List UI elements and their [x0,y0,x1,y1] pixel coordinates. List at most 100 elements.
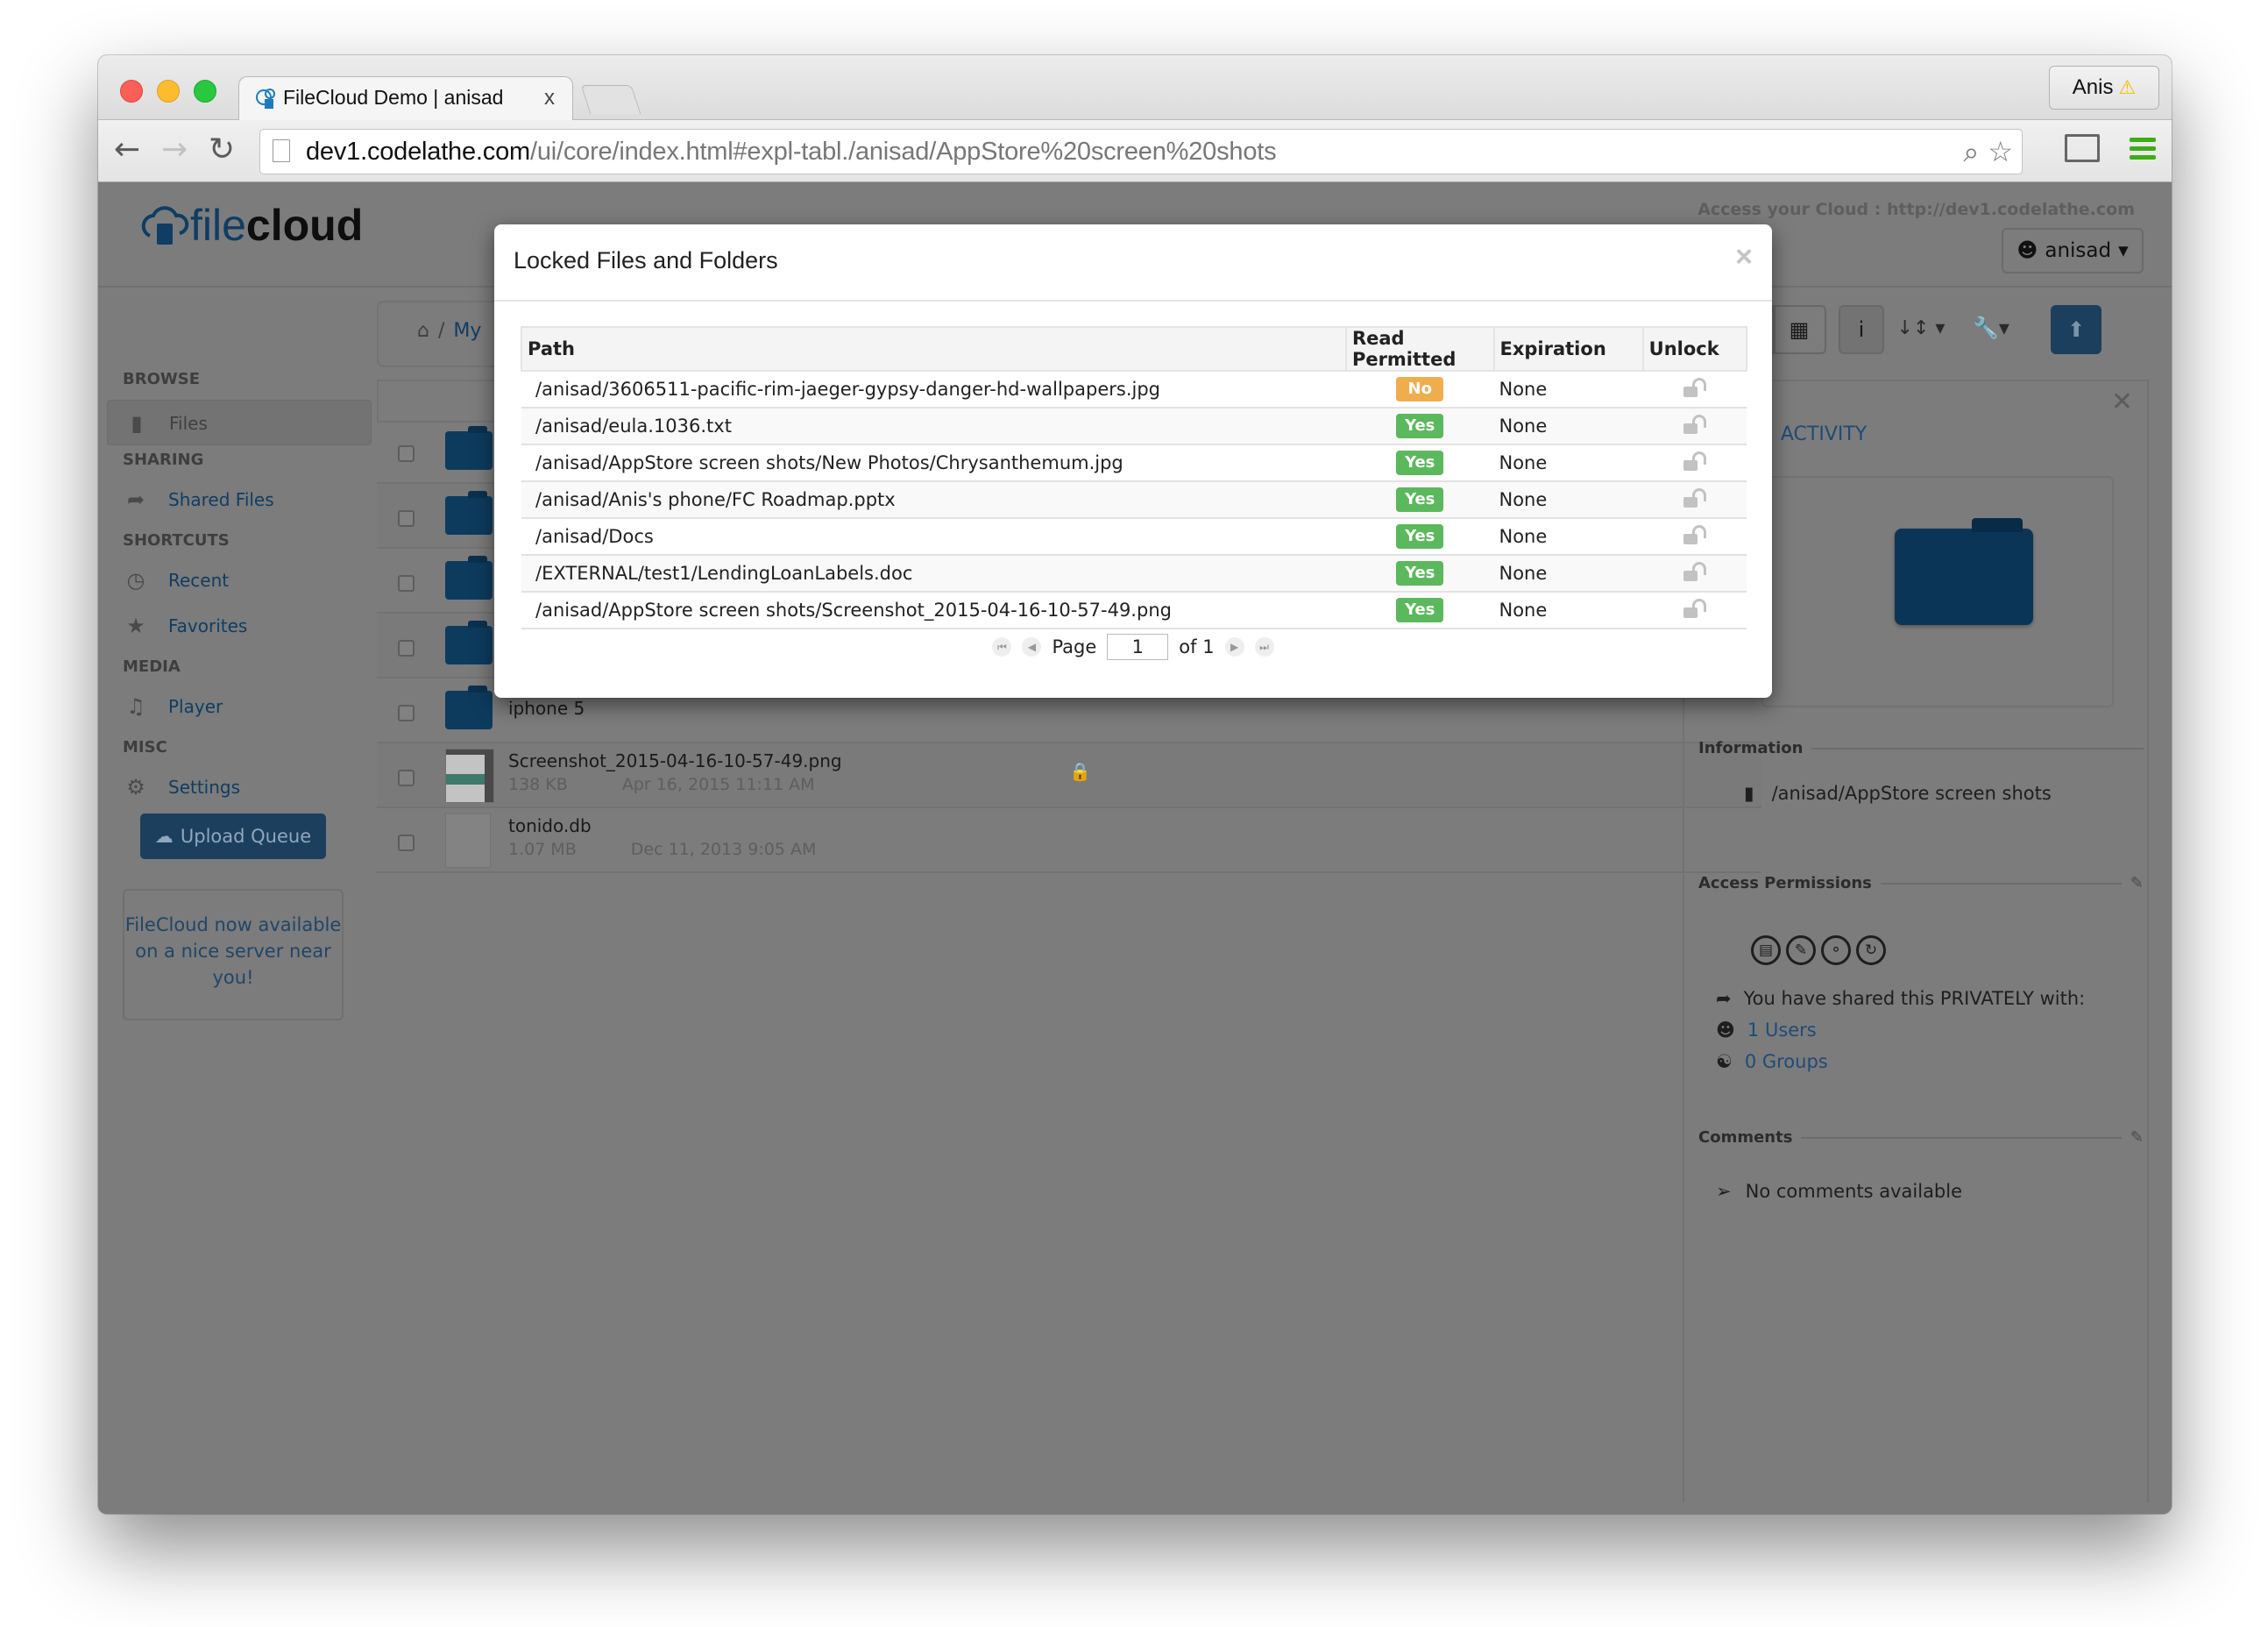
row-checkbox[interactable] [398,510,415,527]
groups-link[interactable]: 0 Groups [1745,1051,1828,1072]
info-button[interactable]: i [1839,305,1884,354]
access-url-text: Access your Cloud : http://dev1.codelath… [1697,200,2135,219]
table-row: /anisad/Docs Yes None [521,518,1747,556]
users-link[interactable]: 1 Users [1747,1020,1817,1041]
folder-icon [445,686,493,729]
upload-button[interactable]: ⬆ [2051,305,2101,354]
row-checkbox[interactable] [398,835,415,851]
row-checkbox[interactable] [398,445,415,462]
row-checkbox[interactable] [398,770,415,786]
sidebar-item-recent[interactable]: ◷ Recent [123,568,230,593]
write-permission-icon: ✎ [1786,935,1816,965]
cast-icon[interactable] [2065,134,2100,162]
upload-queue-button[interactable]: ☁ Upload Queue [140,814,326,859]
browser-tab[interactable]: FileCloud Demo | anisad x [238,76,573,121]
caret-down-icon: ▾ [2118,239,2129,262]
minimize-window-button[interactable] [157,80,180,103]
sidebar-item-player[interactable]: ♫ Player [123,694,223,719]
unlock-icon[interactable] [1683,524,1706,544]
table-row: /anisad/eula.1036.txt Yes None [521,408,1747,445]
unlock-icon[interactable] [1683,451,1706,471]
sidebar-item-settings[interactable]: ⚙ Settings [123,775,240,799]
column-unlock[interactable]: Unlock [1641,326,1748,372]
last-page-icon[interactable]: ⏭ [1254,637,1274,657]
reload-icon[interactable]: ↻ [209,132,235,167]
locked-files-table: Path Read Permitted Expiration Unlock /a… [521,326,1748,629]
file-name[interactable]: iphone 5 [508,698,585,719]
table-row: /anisad/Anis's phone/FC Roadmap.pptx Yes N… [521,481,1747,519]
browser-menu-icon[interactable] [2130,138,2156,164]
close-modal-icon[interactable]: × [1735,240,1753,274]
tools-menu-button[interactable]: 🔧▾ [1965,305,2017,351]
prev-page-icon[interactable]: ◀ [1022,637,1042,657]
file-name[interactable]: tonido.db [508,815,592,836]
new-tab-button[interactable] [580,85,641,114]
path-cell: /anisad/Docs [521,518,1346,556]
unlock-cell [1642,444,1747,482]
sidebar: BROWSE ▮ Files SHARING ➦ Shared Files SH… [98,288,372,1514]
image-thumbnail [445,749,494,803]
file-size: 1.07 MB [508,840,577,859]
locked-files-modal: Locked Files and Folders × Path Read Per… [494,224,1772,698]
folder-icon [445,491,493,535]
unlock-icon[interactable] [1683,487,1706,508]
cloud-logo-icon [141,206,189,245]
row-checkbox[interactable] [398,575,415,592]
file-row[interactable]: Screenshot_2015-04-16-10-57-49.png 138 K… [377,743,1761,808]
profile-button[interactable]: Anis ⚠ [2049,66,2159,110]
sort-alpha-icon: ↓↕ ▾ [1896,316,1946,339]
column-read-permitted[interactable]: Read Permitted [1344,326,1495,372]
row-checkbox[interactable] [398,705,415,721]
close-panel-icon[interactable]: ✕ [2111,387,2133,417]
folder-icon [445,426,493,470]
filecloud-favicon-icon [256,88,275,109]
read-permitted-badge: Yes [1396,414,1444,438]
zoom-window-button[interactable] [194,80,216,103]
home-icon[interactable]: ⌂ [417,320,429,342]
table-row: /anisad/3606511-pacific-rim-jaeger-gypsy… [521,371,1747,409]
first-page-icon[interactable]: ⏮ [992,637,1012,657]
path-cell: /anisad/AppStore screen shots/Screenshot… [521,592,1346,629]
tab-activity[interactable]: ACTIVITY [1781,423,1867,458]
unlock-icon[interactable] [1683,561,1706,581]
unlock-icon[interactable] [1683,377,1706,397]
file-row[interactable]: tonido.db 1.07 MB Dec 11, 2013 9:05 AM [377,808,1761,873]
edit-permissions-icon[interactable]: ✎ [2130,874,2144,892]
grid-view-button[interactable]: ▦ [1772,305,1826,354]
close-tab-icon[interactable]: x [544,86,555,110]
page-icon [273,139,290,162]
sidebar-item-files[interactable]: ▮ Files [107,400,372,445]
filecloud-logo[interactable]: file cloud [138,200,363,251]
add-comment-icon[interactable]: ✎ [2130,1128,2144,1147]
tab-strip: FileCloud Demo | anisad x Anis ⚠ [98,55,2172,121]
window-controls [120,80,216,103]
sidebar-item-shared-files[interactable]: ➦ Shared Files [123,487,274,512]
forward-icon[interactable]: → [161,132,188,167]
share-icon: ➦ [126,487,145,512]
sort-button[interactable]: ↓↕ ▾ [1895,305,1947,351]
row-checkbox[interactable] [398,640,415,657]
back-icon[interactable]: ← [114,132,140,167]
bookmark-star-icon[interactable]: ☆ [1988,135,2013,169]
sidebar-item-favorites[interactable]: ★ Favorites [123,614,247,638]
user-icon: ☻ [1716,1020,1735,1041]
page-number-input[interactable] [1107,634,1169,660]
unlock-icon[interactable] [1683,598,1706,618]
url-text[interactable]: dev1.codelathe.com/ui/core/index.html#ex… [306,138,1277,167]
breadcrumb-my-files[interactable]: My [453,320,481,342]
unlock-cell [1642,408,1747,445]
user-menu-button[interactable]: ☻ anisad ▾ [2002,228,2144,274]
close-window-button[interactable] [120,80,143,103]
column-expiration[interactable]: Expiration [1492,326,1644,372]
file-name[interactable]: Screenshot_2015-04-16-10-57-49.png [508,750,842,771]
permission-icons: ▤ ✎ ⚬ ↻ [1751,935,1886,965]
unlock-icon[interactable] [1683,414,1706,434]
permissions-heading: Access Permissions ✎ [1698,874,2144,892]
read-permission-icon: ▤ [1751,935,1781,965]
next-page-icon[interactable]: ▶ [1224,637,1244,657]
lock-icon: 🔒 [1069,761,1091,782]
read-permitted-cell: Yes [1345,444,1494,482]
zoom-icon[interactable]: ⌕ [1963,135,1979,169]
column-path[interactable]: Path [521,326,1347,372]
address-bar[interactable]: dev1.codelathe.com/ui/core/index.html#ex… [259,129,2023,174]
